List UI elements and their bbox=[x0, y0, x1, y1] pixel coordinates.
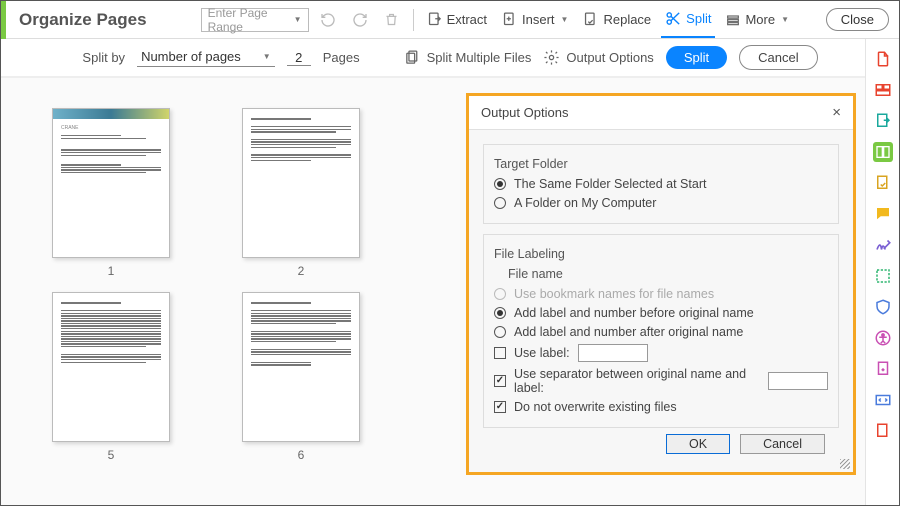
checkbox-use-separator[interactable]: Use separator between original name and … bbox=[494, 367, 828, 395]
radio-bookmark-names: Use bookmark names for file names bbox=[494, 287, 828, 301]
radio-icon bbox=[494, 307, 506, 319]
radio-label-after[interactable]: Add label and number after original name bbox=[494, 325, 828, 339]
page-number: 6 bbox=[231, 448, 371, 462]
close-button[interactable]: Close bbox=[826, 8, 889, 31]
gear-icon bbox=[543, 49, 560, 66]
split-cancel-button[interactable]: Cancel bbox=[739, 45, 817, 70]
replace-icon bbox=[582, 11, 599, 28]
panel-title: Organize Pages bbox=[19, 10, 147, 30]
rail-organize-icon[interactable] bbox=[873, 142, 893, 162]
page-number: 2 bbox=[231, 264, 371, 278]
cancel-button[interactable]: Cancel bbox=[740, 434, 825, 454]
checkbox-use-label[interactable]: Use label: bbox=[494, 344, 828, 362]
insert-icon bbox=[501, 11, 518, 28]
page-range-input[interactable]: Enter Page Range ▼ bbox=[201, 8, 309, 32]
page-number: 5 bbox=[41, 448, 181, 462]
checkbox-icon bbox=[494, 347, 506, 359]
radio-icon bbox=[494, 178, 506, 190]
close-icon[interactable]: × bbox=[832, 104, 841, 121]
pages-label: Pages bbox=[323, 50, 360, 65]
rail-stamp-icon[interactable] bbox=[873, 359, 893, 379]
rail-combine-icon[interactable] bbox=[873, 80, 893, 100]
split-mode-select[interactable]: Number of pages▼ bbox=[137, 49, 275, 67]
page-number: 1 bbox=[41, 264, 181, 278]
radio-icon bbox=[494, 326, 506, 338]
radio-other-folder[interactable]: A Folder on My Computer bbox=[494, 196, 828, 210]
rail-sign-icon[interactable] bbox=[873, 235, 893, 255]
page-range-placeholder: Enter Page Range bbox=[208, 6, 292, 34]
target-folder-label: Target Folder bbox=[494, 157, 828, 171]
label-input[interactable] bbox=[578, 344, 648, 362]
split-multiple-button[interactable]: Split Multiple Files bbox=[404, 49, 532, 66]
file-name-label: File name bbox=[508, 267, 828, 281]
rail-create-icon[interactable] bbox=[873, 49, 893, 69]
rail-export-icon[interactable] bbox=[873, 111, 893, 131]
output-options-button[interactable]: Output Options bbox=[543, 49, 653, 66]
radio-label-before[interactable]: Add label and number before original nam… bbox=[494, 306, 828, 320]
chevron-down-icon: ▼ bbox=[561, 15, 569, 24]
trash-icon[interactable] bbox=[379, 7, 405, 33]
split-confirm-button[interactable]: Split bbox=[666, 46, 727, 69]
output-options-dialog: Output Options × Target Folder The Same … bbox=[466, 93, 856, 475]
rail-comment-icon[interactable] bbox=[873, 204, 893, 224]
radio-same-folder[interactable]: The Same Folder Selected at Start bbox=[494, 177, 828, 191]
page-thumb[interactable]: 2 bbox=[231, 108, 371, 278]
more-button[interactable]: More▼ bbox=[721, 6, 793, 34]
right-tool-rail bbox=[865, 39, 899, 505]
rotate-ccw-icon[interactable] bbox=[315, 7, 341, 33]
dialog-title: Output Options bbox=[481, 105, 568, 120]
insert-button[interactable]: Insert▼ bbox=[497, 6, 572, 34]
extract-button[interactable]: Extract bbox=[422, 6, 491, 34]
checkbox-no-overwrite[interactable]: Do not overwrite existing files bbox=[494, 400, 828, 414]
split-by-label: Split by bbox=[82, 50, 125, 65]
rail-fill-sign-icon[interactable] bbox=[873, 173, 893, 193]
separator-input[interactable] bbox=[768, 372, 828, 390]
files-icon bbox=[404, 49, 421, 66]
radio-icon bbox=[494, 288, 506, 300]
rail-accessibility-icon[interactable] bbox=[873, 328, 893, 348]
split-button[interactable]: Split bbox=[661, 1, 715, 38]
rail-protect-icon[interactable] bbox=[873, 297, 893, 317]
rail-code-icon[interactable] bbox=[873, 390, 893, 410]
chevron-down-icon: ▼ bbox=[294, 15, 302, 24]
scissors-icon bbox=[665, 10, 682, 27]
top-toolbar: Organize Pages Enter Page Range ▼ Extrac… bbox=[1, 1, 899, 39]
replace-button[interactable]: Replace bbox=[578, 6, 655, 34]
radio-icon bbox=[494, 197, 506, 209]
chevron-down-icon: ▼ bbox=[781, 15, 789, 24]
rail-redact-icon[interactable] bbox=[873, 266, 893, 286]
checkbox-icon bbox=[494, 375, 506, 387]
file-labeling-label: File Labeling bbox=[494, 247, 828, 261]
extract-icon bbox=[426, 11, 443, 28]
page-thumb[interactable]: 5 bbox=[41, 292, 181, 462]
rotate-cw-icon[interactable] bbox=[347, 7, 373, 33]
split-subtoolbar: Split by Number of pages▼ 2 Pages Split … bbox=[1, 39, 899, 77]
checkbox-icon bbox=[494, 401, 506, 413]
page-count-input[interactable]: 2 bbox=[287, 50, 311, 66]
rail-more-icon[interactable] bbox=[873, 421, 893, 441]
page-thumb[interactable]: CRANE 1 bbox=[41, 108, 181, 278]
more-icon bbox=[725, 12, 741, 28]
chevron-down-icon: ▼ bbox=[263, 52, 271, 61]
resize-grip-icon[interactable] bbox=[840, 459, 850, 469]
page-thumb[interactable]: 6 bbox=[231, 292, 371, 462]
ok-button[interactable]: OK bbox=[666, 434, 730, 454]
